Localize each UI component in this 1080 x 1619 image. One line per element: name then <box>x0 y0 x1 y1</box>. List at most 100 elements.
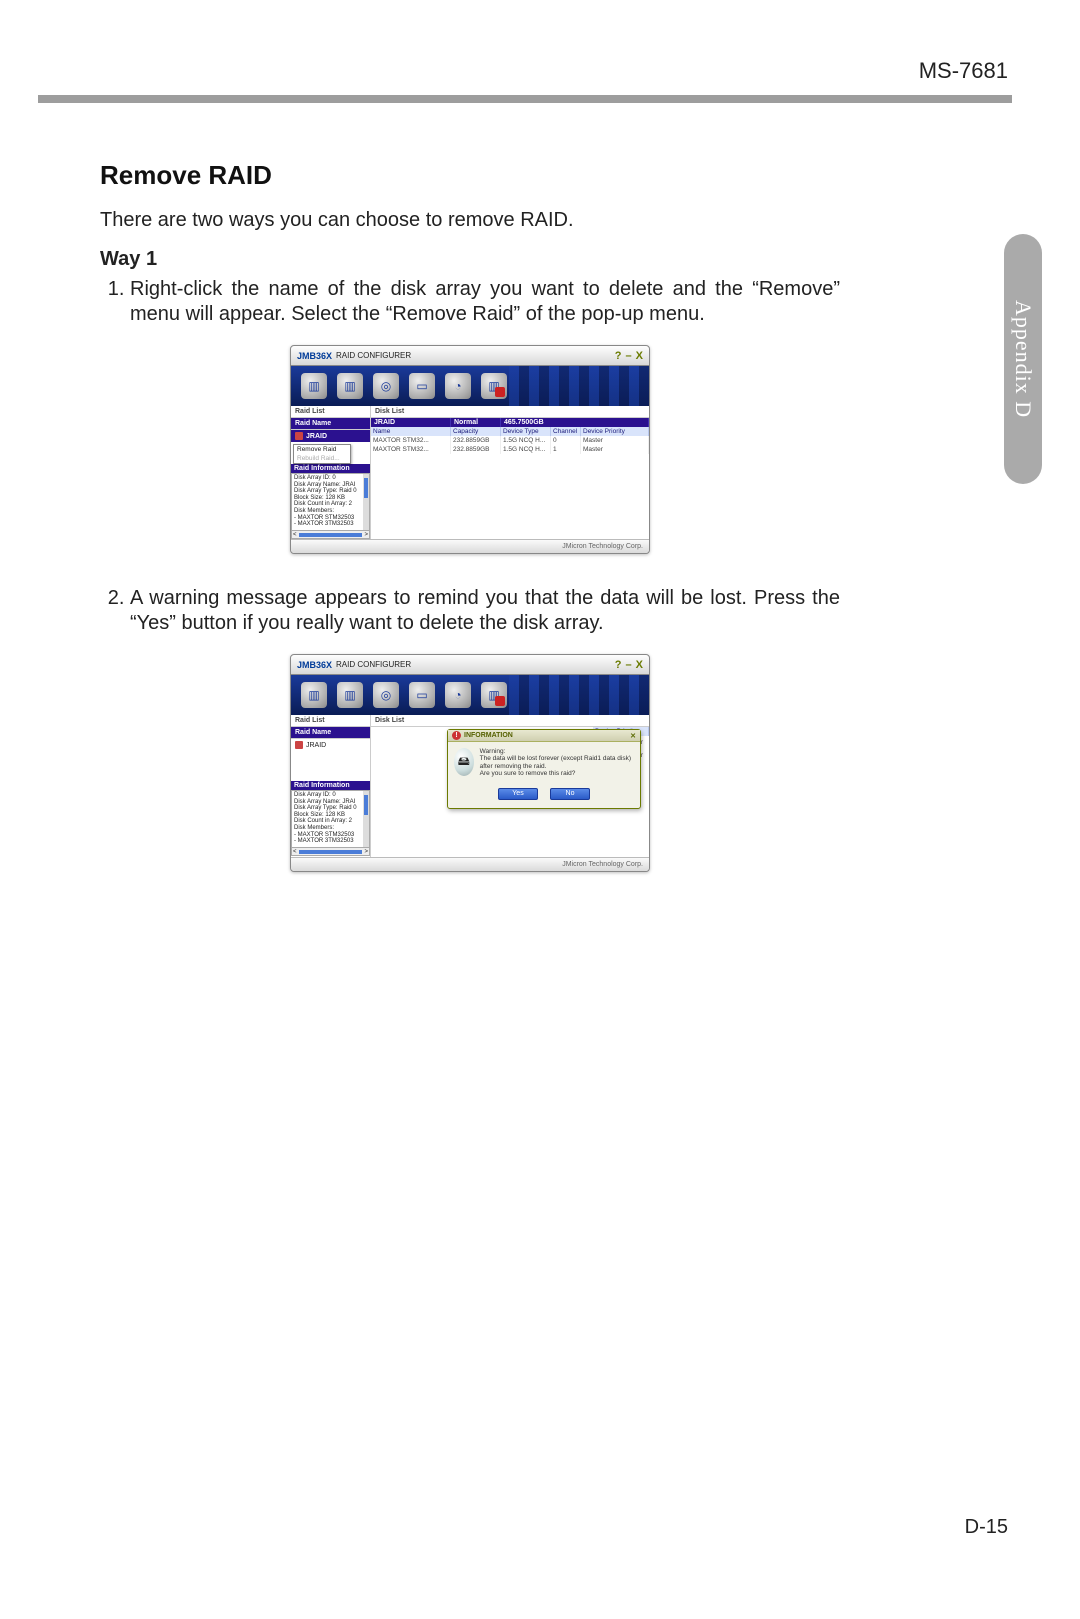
step-2: A warning message appears to remind you … <box>130 586 840 636</box>
toolbar-btn-2[interactable]: ▥ <box>337 373 363 399</box>
raid-info-line: Disk Array Name: JRAI <box>294 482 367 489</box>
dialog-line-1: The data will be lost forever (except Ra… <box>480 755 634 770</box>
toolbar-btn-3[interactable]: ◎ <box>373 373 399 399</box>
table-row[interactable]: MAXTOR STM32... 232.8859GB 1.5G NCQ H...… <box>371 445 649 454</box>
raid-info-line: Disk Members: <box>294 825 367 832</box>
ctx-remove-raid[interactable]: Remove Raid <box>294 445 350 454</box>
raid-info-line: Disk Members: <box>294 508 367 515</box>
close-button[interactable]: X <box>636 350 643 362</box>
raid-info-line: Block Size: 128 KB <box>294 495 367 502</box>
raid-info-hscroll[interactable]: <> <box>291 531 370 539</box>
raid-info-line: - MAXTOR 3TM32503 <box>294 838 367 845</box>
titlebar: JMB36X RAID CONFIGURER ? – X <box>291 346 649 366</box>
dialog-line-2: Are you sure to remove this raid? <box>480 770 634 777</box>
raid-info-line: Disk Count in Array: 2 <box>294 818 367 825</box>
disk-list-header: Disk List <box>371 406 649 418</box>
col-device-priority[interactable]: Device Priority <box>581 427 649 436</box>
step-1: Right-click the name of the disk array y… <box>130 277 840 327</box>
app-subtitle: RAID CONFIGURER <box>336 351 411 360</box>
raid-info-line: Disk Array Type: Raid 0 <box>294 488 367 495</box>
toolbar-btn-3[interactable]: ◎ <box>373 682 399 708</box>
raid-info-line: Disk Array ID: 0 <box>294 475 367 482</box>
context-menu: Remove Raid Rebuild Raid... <box>293 444 351 464</box>
col-name[interactable]: Name <box>371 427 451 436</box>
raid-info-line: Disk Array ID: 0 <box>294 792 367 799</box>
raid-info-line: - MAXTOR 3TM32503 <box>294 521 367 528</box>
raid-info-line: Block Size: 128 KB <box>294 812 367 819</box>
raid-app-window-2: JMB36X RAID CONFIGURER ? – X ▥ ▥ ◎ ▭ ◔ ▥ <box>290 654 650 872</box>
col-capacity[interactable]: Capacity <box>451 427 501 436</box>
cell-priority: Master <box>581 436 649 445</box>
raid-name-header: Raid Name <box>291 727 370 739</box>
toolbar-btn-4[interactable]: ▭ <box>409 373 435 399</box>
table-row[interactable]: MAXTOR STM32... 232.8859GB 1.5G NCQ H...… <box>371 436 649 445</box>
warning-dialog: ! INFORMATION ✕ 🖴 Warning: The <box>447 729 641 809</box>
toolbar: ▥ ▥ ◎ ▭ ◔ ▥ <box>291 366 649 406</box>
appendix-side-tab: Appendix D <box>1004 234 1042 484</box>
toolbar-btn-5[interactable]: ◔ <box>445 682 471 708</box>
minimize-button[interactable]: – <box>626 350 632 362</box>
raid-info-hscroll[interactable]: <> <box>291 848 370 856</box>
dialog-warning-label: Warning: <box>480 748 634 755</box>
raid-info-line: Disk Array Name: JRAI <box>294 799 367 806</box>
cell-name: MAXTOR STM32... <box>371 445 451 454</box>
toolbar-btn-6[interactable]: ▥ <box>481 373 507 399</box>
raid-app-window-1: JMB36X RAID CONFIGURER ? – X ▥ ▥ ◎ ▭ ◔ ▥ <box>290 345 650 554</box>
raid-item-jraid[interactable]: JRAID <box>291 739 370 751</box>
way-label: Way 1 <box>100 248 840 271</box>
col-channel[interactable]: Channel <box>551 427 581 436</box>
scrollbar[interactable] <box>363 474 369 530</box>
model-label: MS-7681 <box>919 58 1008 84</box>
raid-info-body: Disk Array ID: 0 Disk Array Name: JRAI D… <box>291 473 370 531</box>
toolbar-btn-1[interactable]: ▥ <box>301 682 327 708</box>
col-device-type[interactable]: Device Type <box>501 427 551 436</box>
toolbar-btn-5[interactable]: ◔ <box>445 373 471 399</box>
toolbar-btn-4[interactable]: ▭ <box>409 682 435 708</box>
cell-channel: 0 <box>551 436 581 445</box>
raid-info-line: Disk Count in Array: 2 <box>294 501 367 508</box>
raid-item-label: JRAID <box>306 433 327 440</box>
dlist-jname: JRAID <box>371 418 451 427</box>
dialog-title: INFORMATION <box>464 732 513 739</box>
raid-info-line: - MAXTOR STM32503 <box>294 832 367 839</box>
dialog-drive-icon: 🖴 <box>454 748 474 776</box>
raid-name-header: Raid Name <box>291 418 370 430</box>
appendix-side-tab-label: Appendix D <box>1010 300 1036 418</box>
dlist-capacity: 465.7500GB <box>501 418 649 427</box>
app-footer: JMicron Technology Corp. <box>291 857 649 871</box>
toolbar-btn-1[interactable]: ▥ <box>301 373 327 399</box>
cell-devtype: 1.5G NCQ H... <box>501 436 551 445</box>
help-button[interactable]: ? <box>615 659 622 671</box>
toolbar-btn-6[interactable]: ▥ <box>481 682 507 708</box>
help-button[interactable]: ? <box>615 350 622 362</box>
ctx-rebuild-raid: Rebuild Raid... <box>294 454 350 463</box>
disk-list-summary: JRAID Normal 465.7500GB <box>371 418 649 427</box>
app-footer: JMicron Technology Corp. <box>291 539 649 553</box>
dlist-status: Normal <box>451 418 501 427</box>
raid-item-jraid[interactable]: JRAID <box>291 430 370 442</box>
toolbar-btn-2[interactable]: ▥ <box>337 682 363 708</box>
dialog-close-button[interactable]: ✕ <box>630 732 636 740</box>
raid-info-line: - MAXTOR STM32503 <box>294 515 367 522</box>
raid-item-label: JRAID <box>306 742 326 749</box>
raid-list-header: Raid List <box>291 715 370 727</box>
scrollbar[interactable] <box>363 791 369 847</box>
raid-item-icon <box>295 741 303 749</box>
toolbar: ▥ ▥ ◎ ▭ ◔ ▥ <box>291 675 649 715</box>
yes-button[interactable]: Yes <box>498 788 538 800</box>
page-title: Remove RAID <box>100 160 840 191</box>
disk-list-columns: Name Capacity Device Type Channel Device… <box>371 427 649 436</box>
dialog-message: Warning: The data will be lost forever (… <box>480 748 634 778</box>
cell-priority: Master <box>581 445 649 454</box>
raid-info-header: Raid Information <box>291 781 370 790</box>
raid-list-header: Raid List <box>291 406 370 418</box>
header-band <box>38 95 1012 103</box>
raid-info-line: Disk Array Type: Raid 0 <box>294 805 367 812</box>
no-button[interactable]: No <box>550 788 590 800</box>
close-button[interactable]: X <box>636 659 643 671</box>
app-brand: JMB36X <box>297 660 332 670</box>
titlebar: JMB36X RAID CONFIGURER ? – X <box>291 655 649 675</box>
minimize-button[interactable]: – <box>626 659 632 671</box>
raid-info-body: Disk Array ID: 0 Disk Array Name: JRAI D… <box>291 790 370 848</box>
raid-info-header: Raid Information <box>291 464 370 473</box>
